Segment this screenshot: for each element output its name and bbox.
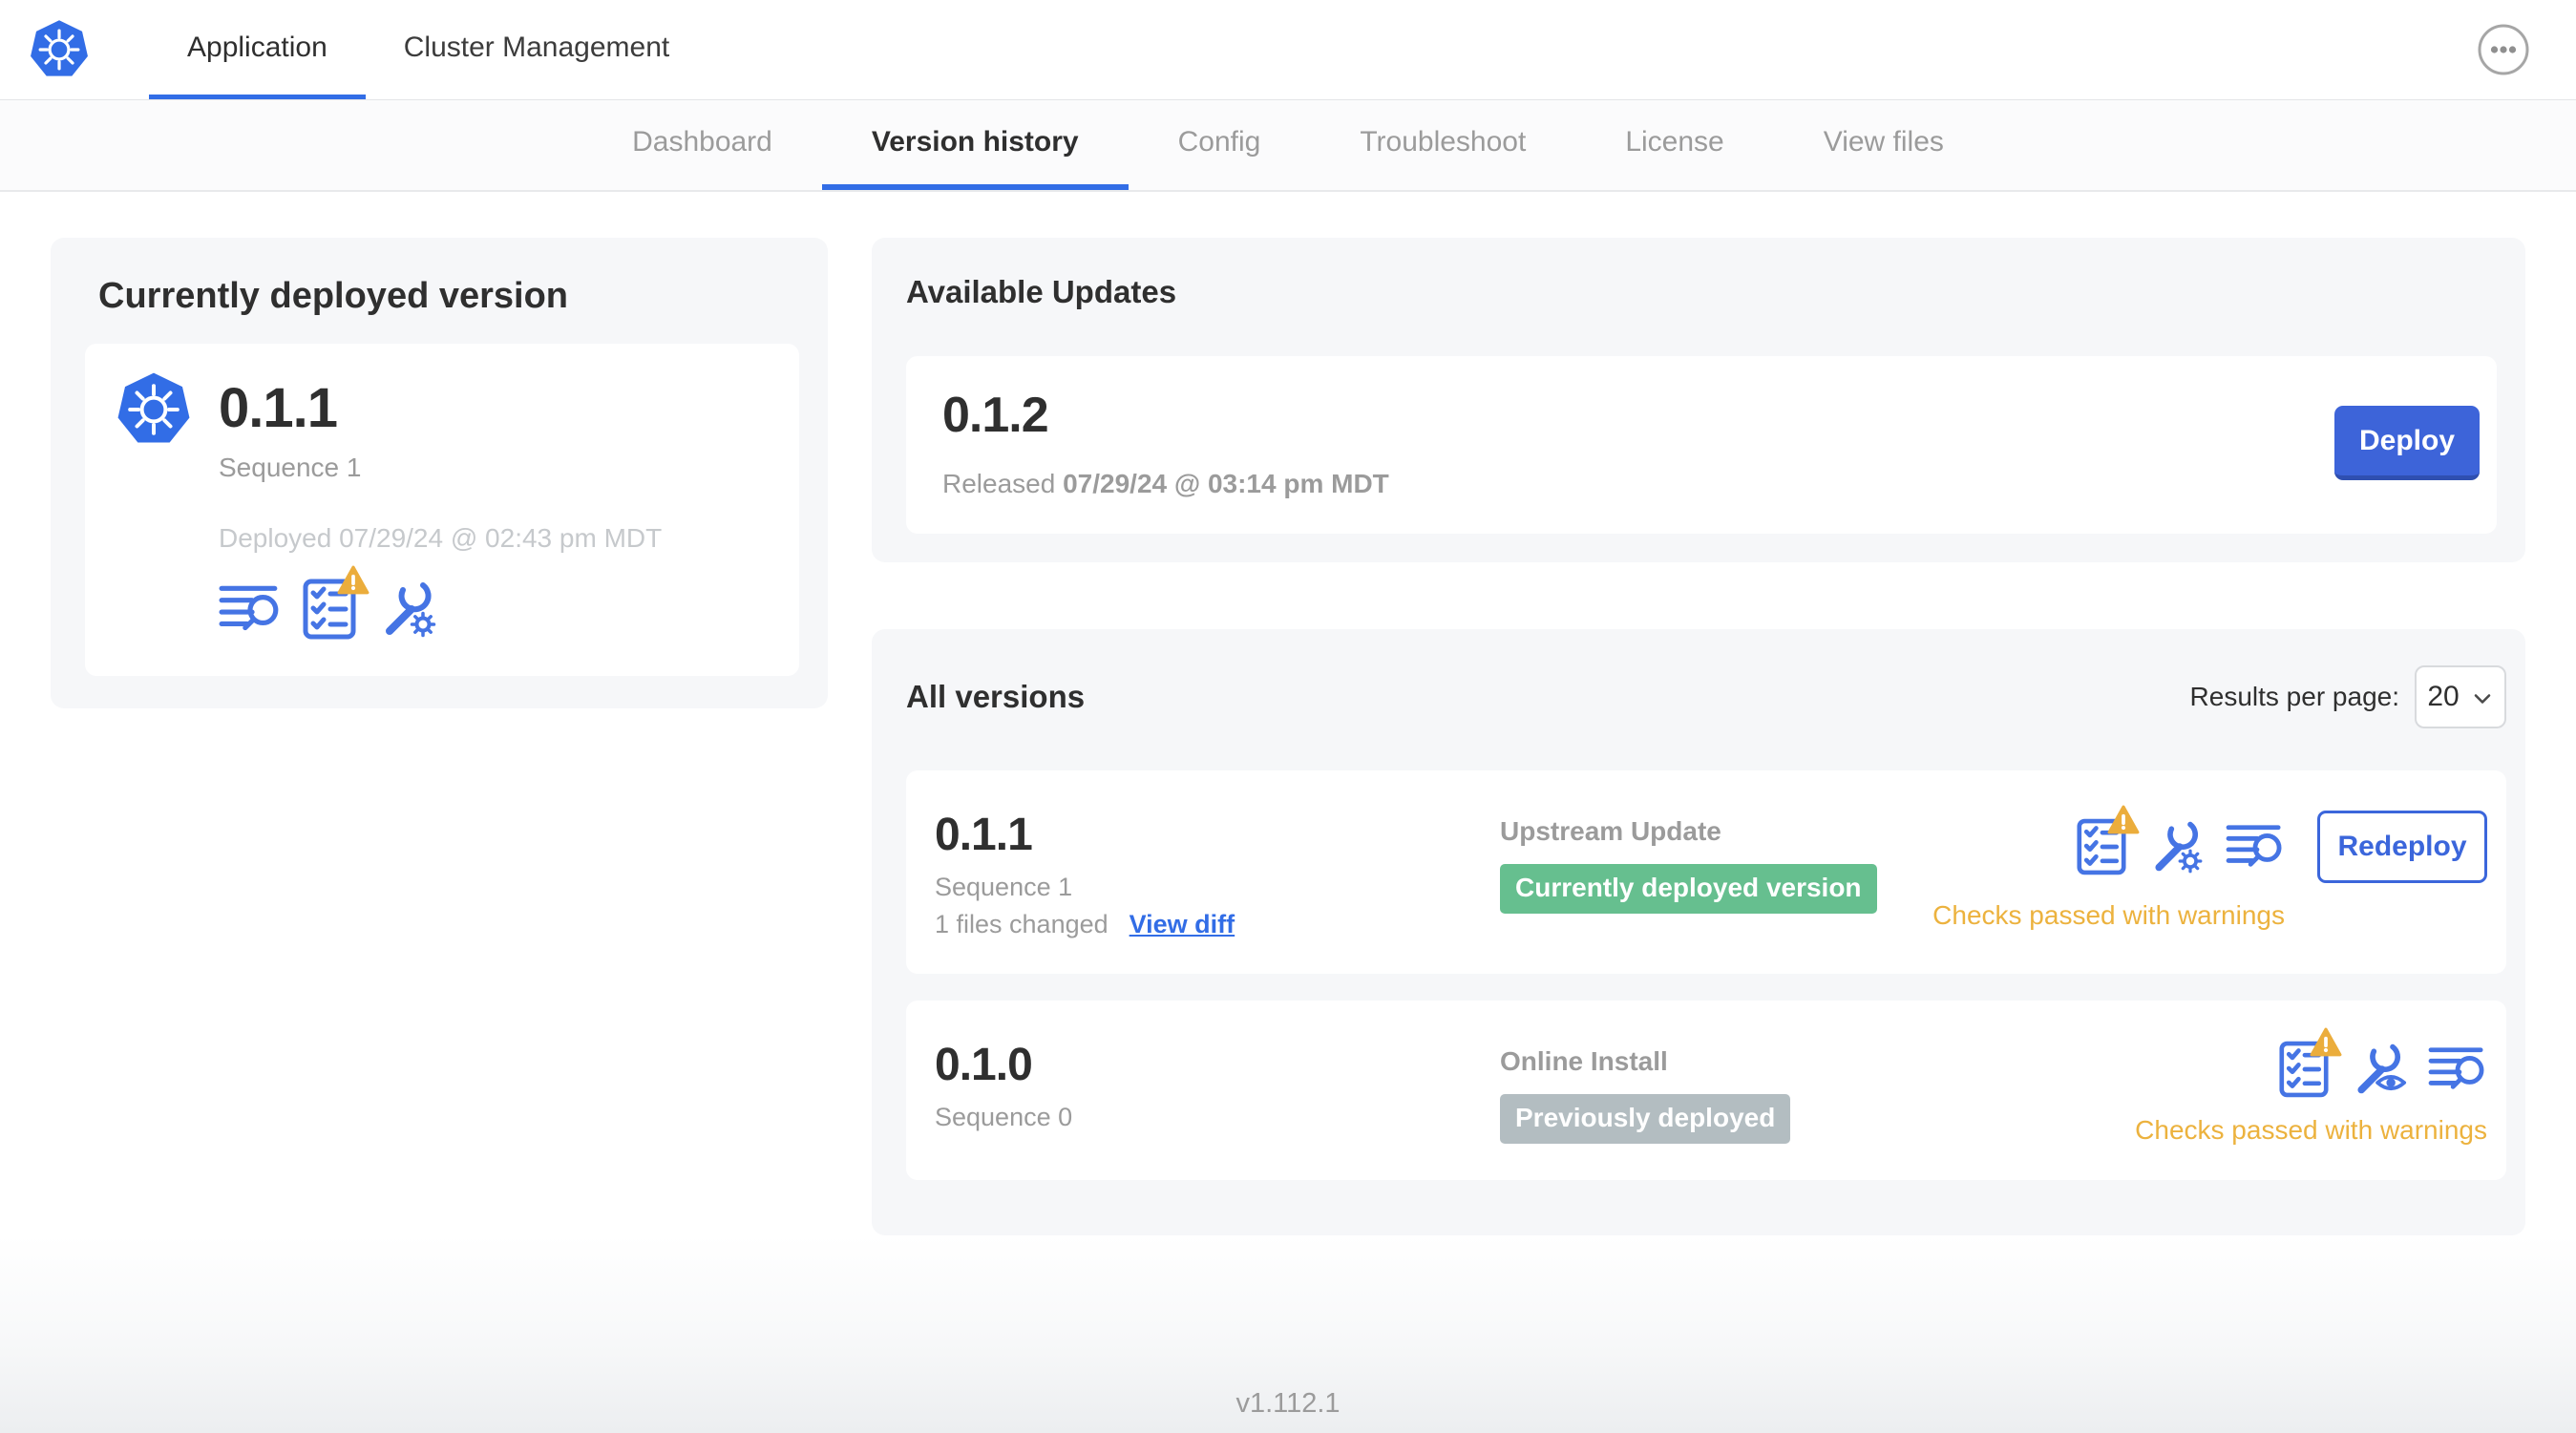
currently-deployed-title: Currently deployed version [98, 276, 569, 316]
deployed-sequence-label: Sequence 1 [219, 453, 362, 482]
chevron-down-icon [2471, 687, 2494, 710]
available-updates-title: Available Updates [906, 274, 1177, 309]
update-version-number: 0.1.2 [942, 388, 1049, 443]
preflight-checks-warning-icon[interactable] [2077, 818, 2126, 875]
all-versions-title: All versions [906, 679, 1086, 714]
previously-deployed-badge: Previously deployed [1500, 1094, 1791, 1145]
results-per-page-select[interactable]: 20 [2415, 665, 2506, 728]
subnav-tab-config[interactable]: Config [1129, 100, 1311, 190]
tab-cluster-management[interactable]: Cluster Management [366, 0, 707, 99]
top-navbar: Application Cluster Management [0, 0, 2576, 100]
results-per-page: Results per page: 20 [2190, 665, 2506, 728]
deployed-version-number: 0.1.1 [219, 377, 338, 439]
preflight-status-link[interactable]: Checks passed with warnings [2135, 1115, 2487, 1146]
deploy-logs-icon[interactable] [219, 581, 282, 637]
results-per-page-label: Results per page: [2189, 682, 2399, 711]
kubernetes-app-icon [116, 370, 192, 449]
released-date: 07/29/24 @ 03:14 pm MDT [1063, 469, 1389, 498]
app-subnav: Dashboard Version history Config Trouble… [0, 100, 2576, 192]
top-tabs: Application Cluster Management [149, 0, 707, 99]
deployed-icon-strip [219, 579, 772, 640]
row-sequence-label: Sequence 1 [935, 873, 1073, 902]
update-released-label: Released 07/29/24 @ 03:14 pm MDT [942, 469, 1389, 499]
subnav-tab-version-history[interactable]: Version history [821, 100, 1129, 190]
edit-config-icon[interactable] [377, 579, 438, 640]
warning-triangle-icon [337, 565, 370, 596]
preflight-status-link[interactable]: Checks passed with warnings [1932, 900, 2285, 931]
deploy-button[interactable]: Deploy [2334, 406, 2480, 480]
released-prefix: Released [942, 469, 1056, 498]
tab-application[interactable]: Application [149, 0, 366, 99]
currently-deployed-badge: Currently deployed version [1500, 864, 1877, 914]
view-config-icon[interactable] [2350, 1041, 2407, 1098]
deployed-date-label: Deployed 07/29/24 @ 02:43 pm MDT [219, 523, 663, 553]
subnav-tab-dashboard[interactable]: Dashboard [582, 100, 822, 190]
row-version-number: 0.1.1 [935, 810, 1033, 860]
row-source-label: Online Install [1500, 1046, 1668, 1077]
version-row: 0.1.1 Sequence 1 1 files changed View di… [906, 770, 2506, 975]
version-row: 0.1.0 Sequence 0 Online Install Previous… [906, 1001, 2506, 1181]
console-version-label: v1.112.1 [1235, 1388, 1341, 1420]
row-version-number: 0.1.0 [935, 1040, 1033, 1091]
subnav-tab-license[interactable]: License [1575, 100, 1773, 190]
main-content: Currently deployed version 0.1.1 Sequenc… [0, 192, 2576, 1236]
kubernetes-logo-icon [29, 0, 90, 99]
update-card: 0.1.2 Released 07/29/24 @ 03:14 pm MDT D… [906, 356, 2497, 534]
available-updates-panel: Available Updates 0.1.2 Released 07/29/2… [872, 238, 2525, 562]
row-sequence-label: Sequence 0 [935, 1103, 1073, 1132]
redeploy-button[interactable]: Redeploy [2317, 811, 2487, 883]
deploy-logs-icon[interactable] [2226, 821, 2285, 873]
edit-config-icon[interactable] [2147, 818, 2205, 875]
results-per-page-value: 20 [2427, 681, 2460, 712]
preflight-checks-warning-icon[interactable] [2279, 1041, 2329, 1098]
warning-triangle-icon [2107, 805, 2140, 835]
currently-deployed-panel: Currently deployed version 0.1.1 Sequenc… [51, 238, 828, 708]
preflight-checks-warning-icon[interactable] [303, 579, 356, 640]
deployed-version-card: 0.1.1 Sequence 1 Deployed 07/29/24 @ 02:… [85, 344, 799, 676]
ellipsis-icon [2477, 23, 2530, 76]
more-menu-button[interactable] [2477, 23, 2530, 76]
row-icon-strip [2077, 818, 2285, 875]
warning-triangle-icon [2310, 1027, 2342, 1058]
view-diff-link[interactable]: View diff [1130, 910, 1235, 939]
page-footer: v1.112.1 [0, 1235, 2576, 1433]
all-versions-panel: All versions Results per page: 20 0.1.1 … [872, 629, 2525, 1236]
deploy-logs-icon[interactable] [2428, 1043, 2487, 1095]
subnav-tab-troubleshoot[interactable]: Troubleshoot [1310, 100, 1575, 190]
subnav-tab-view-files[interactable]: View files [1774, 100, 1994, 190]
row-files-changed: 1 files changed [935, 910, 1109, 939]
row-source-label: Upstream Update [1500, 816, 1721, 846]
row-icon-strip [2279, 1041, 2487, 1098]
